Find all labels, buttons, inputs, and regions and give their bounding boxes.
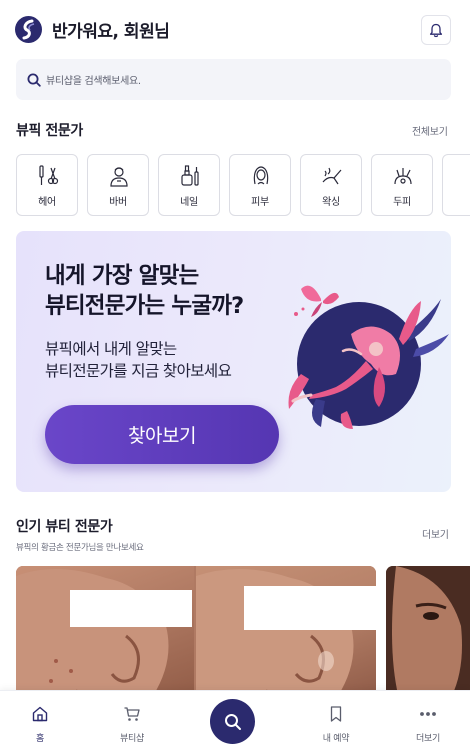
banner-headline: 내게 가장 알맞는 뷰티전문가는 누굴까? <box>45 261 244 321</box>
face-image <box>386 566 470 696</box>
nav-label: 홈 <box>36 734 44 744</box>
category-label: 바버 <box>109 197 127 208</box>
barber-icon <box>110 167 128 187</box>
before-photo <box>16 566 194 696</box>
redaction-box <box>244 586 376 630</box>
view-all-link[interactable]: 전체보기 <box>412 123 448 138</box>
category-scalp[interactable]: 두피 <box>371 154 433 216</box>
popular-expert-list <box>16 566 470 696</box>
logo-icon <box>15 16 42 43</box>
category-skin[interactable]: 피부 <box>229 154 291 216</box>
category-more-partial[interactable] <box>442 154 470 216</box>
waxing-icon <box>322 167 342 185</box>
scalp-icon <box>394 168 412 185</box>
nav-label: 뷰티샵 <box>120 734 144 744</box>
bookmark-icon <box>330 706 342 722</box>
beauty-illustration <box>288 285 449 429</box>
bottom-navigation: 홈 뷰티샵 내 예약 더보기 <box>0 690 470 748</box>
banner-body-line2: 뷰티전문가를 지금 찾아보세요 <box>45 362 232 380</box>
search-input[interactable]: 뷰티샵을 검색해보세요. <box>16 59 451 100</box>
find-expert-button[interactable]: 찾아보기 <box>45 405 279 464</box>
nav-more[interactable]: 더보기 <box>388 691 468 748</box>
greeting-title: 반가워요, 회원님 <box>52 22 170 42</box>
category-hair[interactable]: 헤어 <box>16 154 78 216</box>
more-dots-icon <box>420 712 436 716</box>
nav-home[interactable]: 홈 <box>0 691 80 748</box>
notification-button[interactable] <box>421 15 451 45</box>
banner-headline-line2: 뷰티전문가는 누굴까? <box>45 293 244 319</box>
search-icon <box>27 73 41 87</box>
hair-tools-icon <box>39 165 59 185</box>
nav-my-reservation[interactable]: 내 예약 <box>296 691 376 748</box>
category-waxing[interactable]: 왁싱 <box>300 154 362 216</box>
category-label: 왁싱 <box>322 197 340 208</box>
banner-headline-line1: 내게 가장 알맞는 <box>45 263 199 289</box>
redaction-box <box>70 590 192 627</box>
promo-banner: 내게 가장 알맞는 뷰티전문가는 누굴까? 뷰픽에서 내게 알맞는 뷰티전문가를… <box>16 231 451 492</box>
nav-beauty-shop[interactable]: 뷰티샵 <box>92 691 172 748</box>
category-nail[interactable]: 네일 <box>158 154 220 216</box>
nav-label: 더보기 <box>416 734 440 744</box>
face-image <box>16 569 169 696</box>
category-label: 네일 <box>180 197 198 208</box>
popular-section-title: 인기 뷰티 전문가 <box>16 519 113 535</box>
category-label: 피부 <box>251 197 269 208</box>
home-icon <box>32 706 48 722</box>
search-placeholder: 뷰티샵을 검색해보세요. <box>46 76 141 87</box>
popular-section-subtitle: 뷰픽의 황금손 전문가님을 만나보세요 <box>16 543 144 553</box>
nail-polish-icon <box>181 165 199 186</box>
category-label: 헤어 <box>38 197 56 208</box>
category-barber[interactable]: 바버 <box>87 154 149 216</box>
category-label: 두피 <box>393 197 411 208</box>
category-list: 헤어 바버 네일 피부 왁싱 두피 <box>16 154 470 216</box>
nav-label: 내 예약 <box>322 734 350 744</box>
search-icon <box>224 713 241 730</box>
banner-body: 뷰픽에서 내게 알맞는 뷰티전문가를 지금 찾아보세요 <box>45 338 232 382</box>
expert-card[interactable] <box>16 566 376 696</box>
bell-icon <box>429 23 443 37</box>
banner-body-line1: 뷰픽에서 내게 알맞는 <box>45 340 177 358</box>
skin-face-icon <box>253 166 269 185</box>
app-header: 반가워요, 회원님 <box>0 0 470 58</box>
cart-icon <box>124 707 140 721</box>
experts-section-title: 뷰픽 전문가 <box>16 123 83 139</box>
nav-search-button[interactable] <box>210 699 255 744</box>
more-link[interactable]: 더보기 <box>422 526 449 541</box>
expert-card[interactable] <box>386 566 470 696</box>
